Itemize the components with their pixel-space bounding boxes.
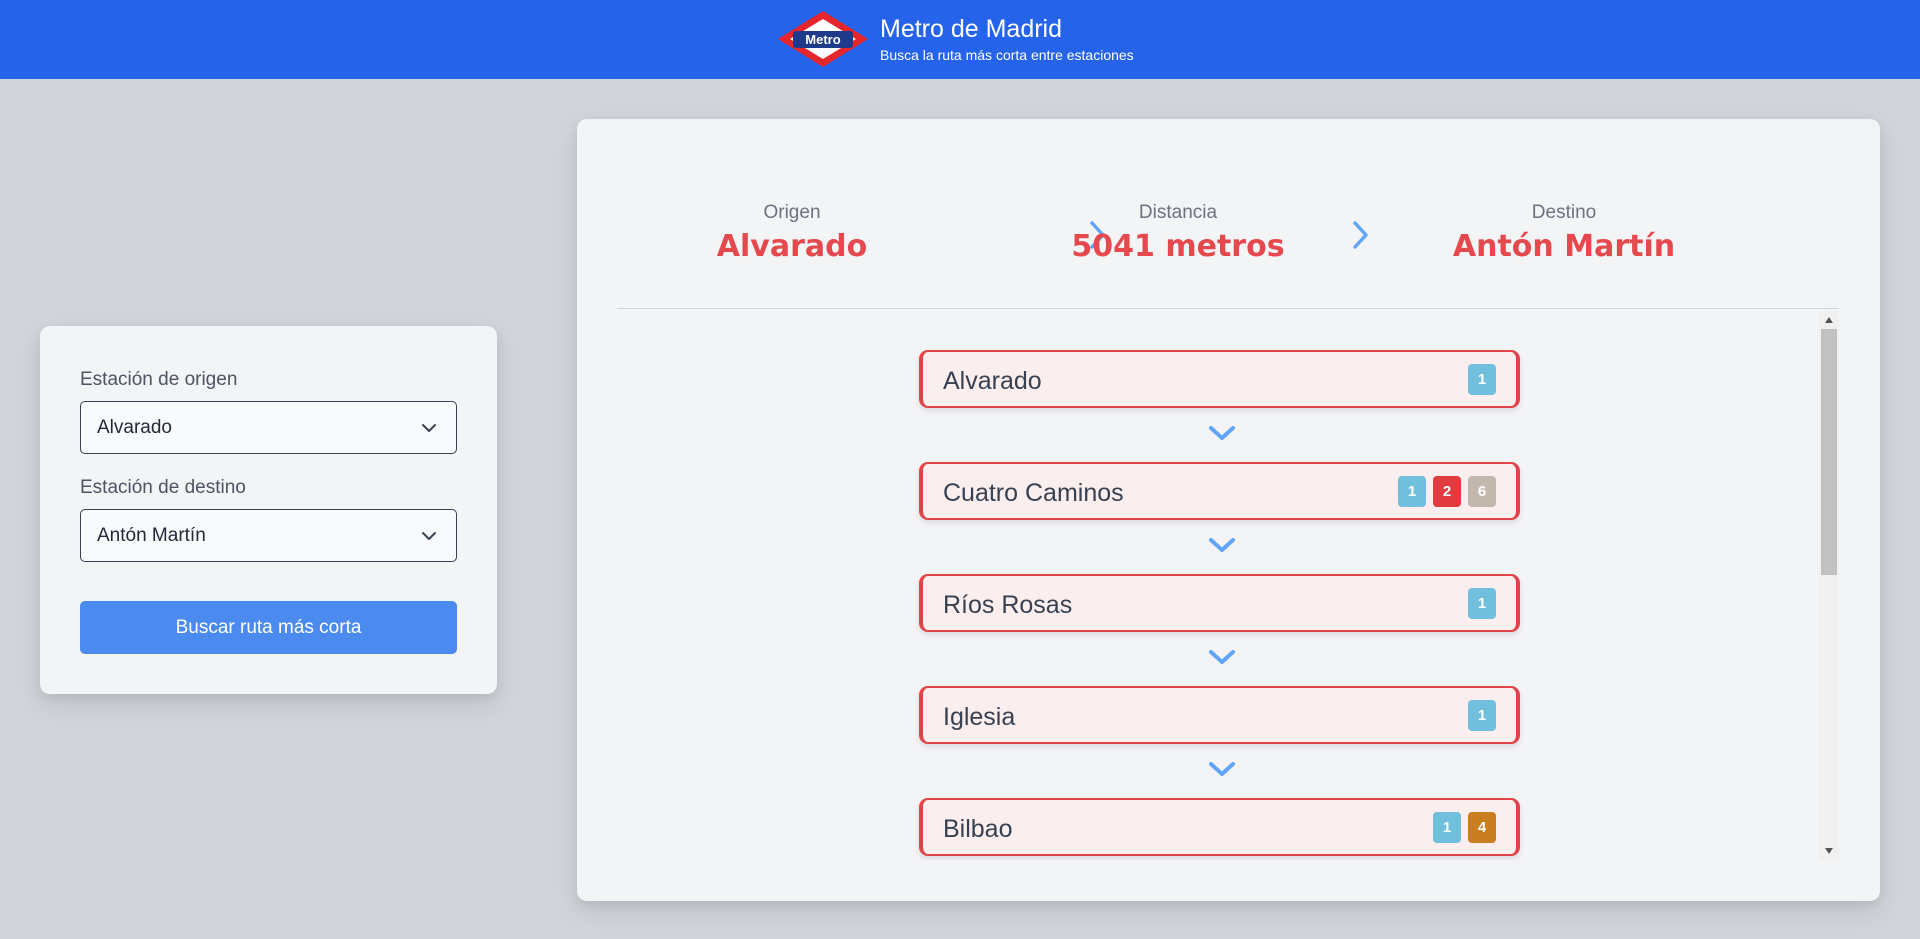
- logo-text: Metro: [805, 32, 840, 47]
- scroll-down-icon[interactable]: [1819, 842, 1839, 860]
- summary-distance: Distancia 5041 metros: [1028, 202, 1328, 264]
- route-list[interactable]: Alvarado 1 Cuatro Caminos 1 2 6 Ríos Rosas 1 Igl…: [617, 310, 1839, 860]
- metro-logo-icon: Metro: [778, 11, 868, 67]
- line-badges: 14: [1433, 812, 1496, 843]
- scrollbar[interactable]: [1819, 311, 1839, 860]
- station-name: Alvarado: [943, 367, 1042, 395]
- summary-origin-label: Origen: [763, 202, 821, 223]
- summary-distance-label: Distancia: [1138, 202, 1218, 223]
- line-badge: 6: [1468, 476, 1496, 507]
- summary-origin: Origen Alvarado: [642, 202, 942, 264]
- destination-select[interactable]: Antón Martín: [80, 509, 457, 562]
- destination-select-value: Antón Martín: [97, 524, 206, 546]
- summary-destination-value: Antón Martín: [1452, 229, 1676, 264]
- chevron-down-icon: [422, 532, 436, 540]
- chevron-right-icon: [1353, 221, 1368, 249]
- station-card[interactable]: Alvarado 1: [919, 350, 1520, 408]
- chevron-down-icon: [1209, 650, 1235, 664]
- search-route-button[interactable]: Buscar ruta más corta: [80, 601, 457, 654]
- line-badge: 4: [1468, 812, 1496, 843]
- origin-select[interactable]: Alvarado: [80, 401, 457, 454]
- result-card: Origen Alvarado Distancia 5041 metros De…: [577, 119, 1880, 901]
- station-name: Cuatro Caminos: [943, 479, 1124, 507]
- line-badges: 1: [1468, 364, 1496, 395]
- chevron-down-icon: [1209, 426, 1235, 440]
- line-badge: 1: [1433, 812, 1461, 843]
- chevron-down-icon: [422, 424, 436, 432]
- scroll-up-icon[interactable]: [1819, 311, 1839, 329]
- app-title: Metro de Madrid: [880, 15, 1063, 43]
- chevron-down-icon: [1209, 538, 1235, 552]
- station-name: Iglesia: [943, 703, 1016, 731]
- line-badge: 1: [1468, 364, 1496, 395]
- line-badge: 2: [1433, 476, 1461, 507]
- station-name: Ríos Rosas: [943, 591, 1073, 619]
- summary-destination-label: Destino: [1531, 202, 1597, 223]
- origin-select-value: Alvarado: [97, 416, 172, 438]
- line-badge: 1: [1398, 476, 1426, 507]
- station-card[interactable]: Bilbao 1 4: [919, 798, 1520, 856]
- summary-origin-value: Alvarado: [716, 229, 868, 264]
- brand: Metro Metro de Madrid Busca la ruta más …: [776, 9, 1134, 69]
- summary-distance-value: 5041 metros: [1071, 229, 1285, 264]
- line-badges: 1: [1468, 588, 1496, 619]
- line-badges: 1: [1468, 700, 1496, 731]
- line-badges: 126: [1398, 476, 1496, 507]
- line-badge: 1: [1468, 700, 1496, 731]
- line-badge: 1: [1468, 588, 1496, 619]
- summary-destination: Destino Antón Martín: [1414, 202, 1714, 264]
- station-card[interactable]: Cuatro Caminos 1 2 6: [919, 462, 1520, 520]
- station-card[interactable]: Ríos Rosas 1: [919, 574, 1520, 632]
- destination-label: Estación de destino: [80, 477, 246, 498]
- search-form-card: Estación de origen Alvarado Estación de …: [40, 326, 497, 694]
- app-header: Metro Metro de Madrid Busca la ruta más …: [0, 0, 1920, 79]
- app-subtitle: Busca la ruta más corta entre estaciones: [880, 47, 1134, 63]
- chevron-down-icon: [1209, 762, 1235, 776]
- scroll-thumb[interactable]: [1821, 329, 1837, 575]
- origin-label: Estación de origen: [80, 369, 238, 390]
- divider: [617, 308, 1839, 309]
- station-name: Bilbao: [943, 815, 1013, 843]
- station-card[interactable]: Iglesia 1: [919, 686, 1520, 744]
